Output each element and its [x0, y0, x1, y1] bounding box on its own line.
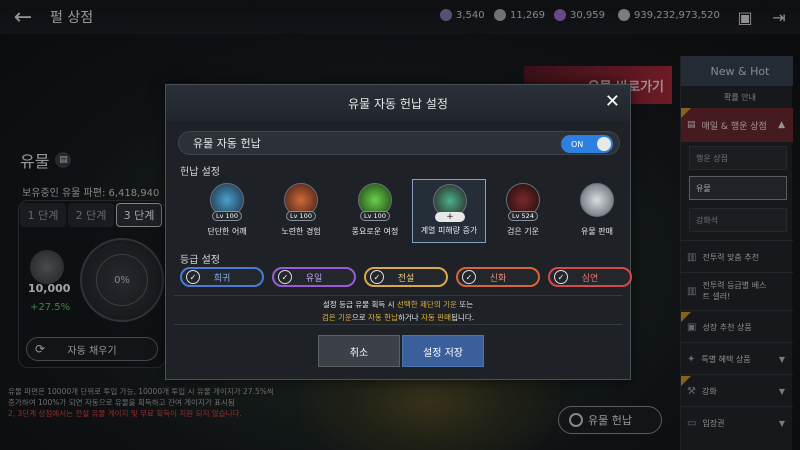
- switch-knob: [597, 137, 611, 151]
- grade-label: 심연: [581, 273, 599, 284]
- grade-abyss[interactable]: ✓ 심연: [548, 267, 632, 287]
- option-label: 풍요로운 여정: [351, 227, 399, 236]
- section-hand-in: 헌납 설정: [180, 167, 220, 178]
- grade-myth[interactable]: ✓ 신화: [456, 267, 540, 287]
- dialog-title: 유물 자동 헌납 설정: [348, 96, 448, 111]
- altar-option[interactable]: Lv 100 풍요로운 여정: [338, 179, 412, 243]
- grade-label: 신화: [489, 273, 507, 284]
- close-icon[interactable]: ✕: [605, 93, 620, 111]
- grade-unique[interactable]: ✓ 유일: [272, 267, 356, 287]
- cancel-button[interactable]: 취소: [318, 335, 400, 367]
- info-line-2: 검은 기운으로 자동 헌납하거나 자동 판매됩니다.: [174, 311, 622, 324]
- grade-label: 전설: [397, 273, 415, 284]
- info-text-part: 하거나: [397, 313, 422, 322]
- altar-options: Lv 100 단단한 어깨 Lv 100 노련한 경험 Lv 100 풍요로운 …: [190, 179, 634, 243]
- level-badge: Lv 524: [508, 211, 538, 221]
- coins-icon: [580, 183, 614, 217]
- grade-options: ✓ 희귀 ✓ 유일 ✓ 전설 ✓ 신화 ✓ 심연: [180, 267, 632, 287]
- info-line-1: 설정 등급 유물 획득 시 선택한 제단의 기운 또는: [174, 298, 622, 311]
- info-text-part: 으로: [351, 313, 368, 322]
- info-text-part: 설정 등급 유물 획득 시: [322, 300, 397, 309]
- check-icon: ✓: [462, 270, 476, 284]
- info-text-highlight: 선택한 제단의 기운: [396, 300, 457, 309]
- auto-relic-toggle-row: 유물 자동 헌납 ON: [178, 131, 620, 155]
- altar-option[interactable]: Lv 100 노련한 경험: [264, 179, 338, 243]
- grade-label: 유일: [305, 273, 323, 284]
- level-badge: Lv 100: [360, 211, 390, 221]
- section-grade: 등급 설정: [180, 255, 220, 266]
- dialog-header: 유물 자동 헌납 설정 ✕: [166, 85, 630, 121]
- check-icon: ✓: [370, 270, 384, 284]
- info-text-highlight: 자동 헌납: [368, 313, 398, 322]
- switch-state: ON: [571, 139, 584, 149]
- grade-legend[interactable]: ✓ 전설: [364, 267, 448, 287]
- info-text-highlight: 검은 기운: [321, 313, 352, 322]
- option-label: 유물 판매: [581, 227, 613, 236]
- grade-label: 희귀: [213, 273, 231, 284]
- check-icon: ✓: [278, 270, 292, 284]
- level-badge: Lv 100: [286, 211, 316, 221]
- altar-option-selected[interactable]: + 계열 피해량 증가: [412, 179, 486, 243]
- add-badge: +: [435, 212, 465, 222]
- option-label: 검은 기운: [507, 227, 539, 236]
- info-text: 설정 등급 유물 획득 시 선택한 제단의 기운 또는 검은 기운으로 자동 헌…: [174, 295, 622, 325]
- info-text-highlight: 자동 판매: [421, 313, 452, 322]
- altar-option[interactable]: Lv 100 단단한 어깨: [190, 179, 264, 243]
- save-settings-button[interactable]: 설정 저장: [402, 335, 484, 367]
- toggle-label: 유물 자동 헌납: [193, 137, 261, 150]
- altar-option[interactable]: Lv 524 검은 기운: [486, 179, 560, 243]
- check-icon: ✓: [554, 270, 568, 284]
- info-text-part: 또는: [456, 300, 474, 309]
- option-label: 노련한 경험: [281, 227, 321, 236]
- info-text-part: 됩니다.: [451, 313, 475, 322]
- option-label: 단단한 어깨: [207, 227, 247, 236]
- check-icon: ✓: [186, 270, 200, 284]
- level-badge: Lv 100: [212, 211, 242, 221]
- auto-relic-switch[interactable]: ON: [561, 135, 613, 153]
- grade-rare[interactable]: ✓ 희귀: [180, 267, 264, 287]
- altar-option[interactable]: 유물 판매: [560, 179, 634, 243]
- auto-relic-dialog: 유물 자동 헌납 설정 ✕ 유물 자동 헌납 ON 헌납 설정 Lv 100 단…: [165, 84, 634, 380]
- option-label: 계열 피해량 증가: [420, 226, 478, 235]
